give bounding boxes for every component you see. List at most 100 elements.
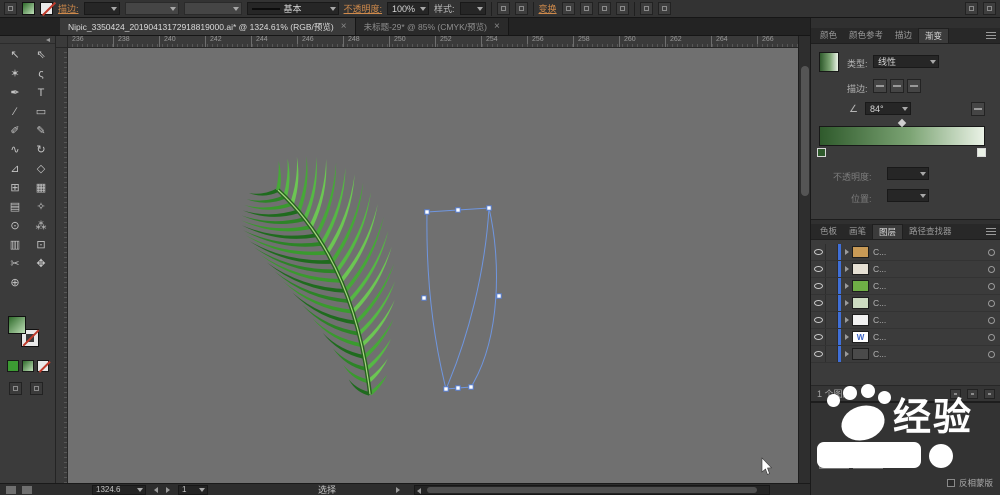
layer-thumbnail[interactable] xyxy=(852,263,869,275)
reverse-gradient-icon[interactable] xyxy=(971,102,985,116)
variable-width-profile-dropdown[interactable] xyxy=(125,2,179,15)
visibility-toggle[interactable] xyxy=(811,278,826,294)
layer-row[interactable]: WC... xyxy=(811,329,1000,346)
lock-toggle[interactable] xyxy=(826,346,838,362)
transparency-thumbnail[interactable] xyxy=(819,445,849,469)
lock-toggle[interactable] xyxy=(826,295,838,311)
hand-tool[interactable]: ✥ xyxy=(28,255,54,274)
visibility-toggle[interactable] xyxy=(811,329,826,345)
opacity-dropdown[interactable]: 100% xyxy=(387,2,429,15)
invert-mask-checkbox[interactable] xyxy=(947,479,955,487)
panel-tab-渐变[interactable]: 渐变 xyxy=(918,28,949,43)
gradient-mode-button[interactable] xyxy=(22,360,34,372)
lock-toggle[interactable] xyxy=(826,278,838,294)
panel-tab-路径查找器[interactable]: 路径查找器 xyxy=(903,224,958,239)
mask-thumbnail[interactable] xyxy=(853,445,883,469)
layer-row[interactable]: C... xyxy=(811,295,1000,312)
document-tab-active[interactable]: Nipic_3350424_20190413172918819000.ai* @… xyxy=(60,18,356,35)
anchor-point-handle[interactable] xyxy=(422,296,426,300)
column-graph-tool[interactable]: ▥ xyxy=(2,236,28,255)
layer-thumbnail[interactable] xyxy=(852,297,869,309)
layer-name[interactable]: C... xyxy=(873,349,988,359)
rotate-tool[interactable]: ↻ xyxy=(28,141,54,160)
lock-toggle[interactable] xyxy=(826,329,838,345)
gradient-type-dropdown[interactable]: 线性 xyxy=(873,55,939,68)
layer-thumbnail[interactable] xyxy=(852,314,869,326)
fill-swatch[interactable] xyxy=(8,316,26,334)
selection-tool[interactable]: ↖ xyxy=(2,46,28,65)
vertical-scrollbar[interactable] xyxy=(798,36,810,483)
panel-tab-描边[interactable]: 描边 xyxy=(889,28,918,43)
panel-menu-icon[interactable] xyxy=(986,228,996,236)
slice-tool[interactable]: ✂ xyxy=(2,255,28,274)
artboard-nav-field[interactable]: 1 xyxy=(178,485,208,495)
preferences-icon[interactable] xyxy=(515,2,528,15)
scale-tool[interactable]: ⊿ xyxy=(2,160,28,179)
horizontal-scrollbar[interactable] xyxy=(414,485,770,495)
gradient-stop-right[interactable] xyxy=(977,148,986,157)
close-icon[interactable]: × xyxy=(341,21,347,32)
layer-thumbnail[interactable] xyxy=(852,246,869,258)
document-tab-inactive[interactable]: 未标题-29* @ 85% (CMYK/预览) × xyxy=(356,18,509,35)
line-segment-tool[interactable]: ∕ xyxy=(2,103,28,122)
vertical-scrollbar-thumb[interactable] xyxy=(801,66,809,196)
isolate-icon[interactable] xyxy=(640,2,653,15)
draw-mode-icon[interactable] xyxy=(9,382,22,395)
paintbrush-tool[interactable]: ✐ xyxy=(2,122,28,141)
stroke-gradient-across-icon[interactable] xyxy=(907,79,921,93)
width-tool[interactable]: ∿ xyxy=(2,141,28,160)
expand-triangle-icon[interactable] xyxy=(845,283,849,289)
anchor-point-handle[interactable] xyxy=(497,294,501,298)
anchor-point-handle[interactable] xyxy=(425,210,429,214)
expand-triangle-icon[interactable] xyxy=(845,317,849,323)
ruler-origin-box[interactable] xyxy=(56,36,68,48)
magic-wand-tool[interactable]: ✶ xyxy=(2,65,28,84)
panel-tab-颜色[interactable]: 颜色 xyxy=(814,28,843,43)
target-circle-icon[interactable] xyxy=(988,317,995,324)
layer-row[interactable]: C... xyxy=(811,261,1000,278)
visibility-toggle[interactable] xyxy=(811,244,826,260)
lasso-tool[interactable]: ς xyxy=(28,65,54,84)
document-setup-icon[interactable] xyxy=(497,2,510,15)
expand-triangle-icon[interactable] xyxy=(845,300,849,306)
visibility-toggle[interactable] xyxy=(811,346,826,362)
perspective-grid-tool[interactable]: ⊞ xyxy=(2,179,28,198)
visibility-toggle[interactable] xyxy=(811,295,826,311)
anchor-point-handle[interactable] xyxy=(456,386,460,390)
stroke-link[interactable]: 描边: xyxy=(58,2,79,15)
layer-thumbnail[interactable] xyxy=(852,280,869,292)
transform-link[interactable]: 变换 xyxy=(539,2,557,15)
target-circle-icon[interactable] xyxy=(988,334,995,341)
type-tool[interactable]: T xyxy=(28,84,54,103)
gradient-location-dropdown[interactable] xyxy=(887,189,929,202)
layer-name[interactable]: C... xyxy=(873,247,988,257)
layer-name[interactable]: C... xyxy=(873,315,988,325)
canvas[interactable] xyxy=(68,48,798,483)
align-center-icon[interactable] xyxy=(580,2,593,15)
mesh-tool[interactable]: ▦ xyxy=(28,179,54,198)
gradient-slider[interactable] xyxy=(819,126,985,146)
panel-menu-icon[interactable] xyxy=(986,32,996,40)
scroll-left-icon[interactable] xyxy=(417,488,421,494)
visibility-toggle[interactable] xyxy=(811,312,826,328)
target-circle-icon[interactable] xyxy=(988,283,995,290)
symbol-sprayer-tool[interactable]: ⁂ xyxy=(28,217,54,236)
stroke-gradient-along-icon[interactable] xyxy=(890,79,904,93)
fill-color-swatch[interactable] xyxy=(22,2,35,15)
status-icon-pages[interactable] xyxy=(22,486,32,494)
anchor-point-handle[interactable] xyxy=(444,387,448,391)
stroke-weight-dropdown[interactable] xyxy=(84,2,120,15)
gradient-tool[interactable]: ▤ xyxy=(2,198,28,217)
search-icon[interactable] xyxy=(983,2,996,15)
none-mode-button[interactable] xyxy=(37,360,49,372)
eyedropper-tool[interactable]: ✧ xyxy=(28,198,54,217)
tools-panel-header[interactable] xyxy=(0,36,55,44)
layer-name[interactable]: C... xyxy=(873,281,988,291)
target-circle-icon[interactable] xyxy=(988,351,995,358)
close-icon[interactable]: × xyxy=(494,21,500,32)
expand-triangle-icon[interactable] xyxy=(845,249,849,255)
arrange-icon[interactable] xyxy=(658,2,671,15)
align-right-icon[interactable] xyxy=(598,2,611,15)
stroke-color-swatch[interactable] xyxy=(40,2,53,15)
layer-row[interactable]: C... xyxy=(811,312,1000,329)
